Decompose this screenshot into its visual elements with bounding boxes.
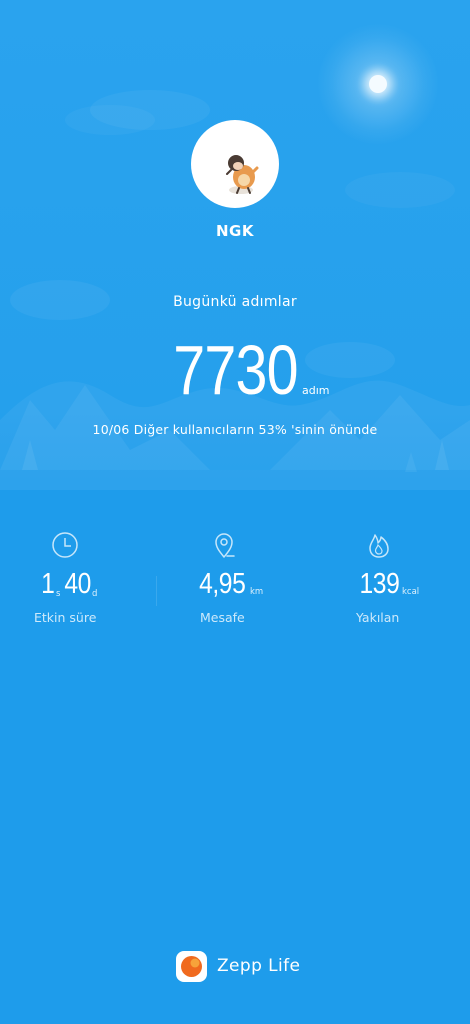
app-brand: Zepp Life <box>176 950 300 982</box>
avatar-character-image <box>226 155 259 194</box>
stat-calories[interactable]: 139 kcal Yakılan <box>304 530 454 625</box>
distance-unit: km <box>250 587 264 597</box>
step-summary-screen: NGK Bugünkü adımlar 7730 adım 10/06 Diğe… <box>0 0 470 1024</box>
active-time-minutes: 40 <box>64 568 91 600</box>
username: NGK <box>216 222 254 240</box>
avatar[interactable] <box>191 120 279 208</box>
distance-label: Mesafe <box>200 610 245 625</box>
app-name: Zepp Life <box>217 956 301 976</box>
zepp-life-logo-icon <box>176 950 207 982</box>
steps-label: Bugünkü adımlar <box>173 294 297 310</box>
active-time-minutes-unit: d <box>92 589 98 599</box>
stat-distance[interactable]: 4,95 km Mesafe <box>149 530 299 625</box>
clock-icon <box>52 532 78 558</box>
calories-unit: kcal <box>402 587 420 597</box>
stat-active-time[interactable]: 1 s 40 d Etkin süre <box>0 530 140 625</box>
distance-value: 4,95 <box>199 568 246 600</box>
steps-unit: adım <box>302 384 330 397</box>
ranking-comparison-text: 10/06 Diğer kullanıcıların 53% 'sinin ön… <box>92 422 378 437</box>
calories-value: 139 <box>359 568 400 600</box>
active-time-label: Etkin süre <box>34 610 97 625</box>
steps-count: 7730 <box>173 331 299 409</box>
location-pin-icon <box>215 533 235 558</box>
calories-label: Yakılan <box>356 610 400 625</box>
active-time-hours-unit: s <box>56 589 61 599</box>
active-time-hours: 1 <box>41 568 55 600</box>
sun-icon <box>369 75 387 93</box>
steps-display[interactable]: 7730 adım <box>0 330 470 410</box>
flame-icon <box>369 534 389 558</box>
